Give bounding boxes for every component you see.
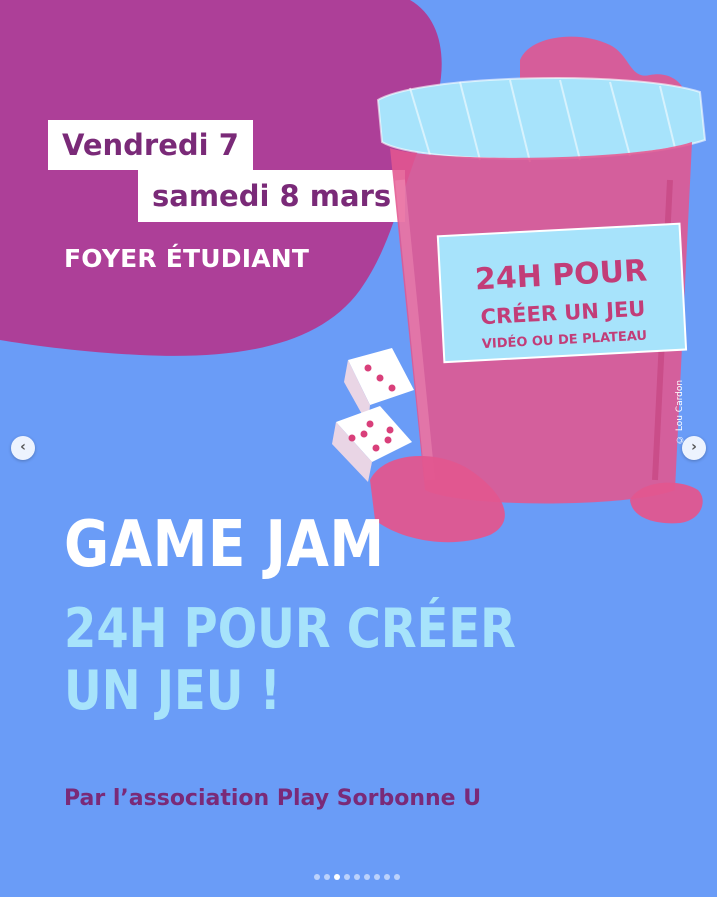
carousel-pagination (314, 874, 400, 882)
event-title: GAME JAM (64, 508, 385, 582)
carousel-prev-button[interactable]: ‹ (11, 436, 35, 460)
chevron-left-icon: ‹ (20, 439, 26, 455)
carousel-dot[interactable] (394, 874, 400, 880)
carousel-dot[interactable] (314, 874, 320, 880)
carousel-dot[interactable] (324, 874, 330, 880)
post-slide: Vendredi 7 samedi 8 mars FOYER ÉTUDIANT (0, 0, 717, 897)
subtitle-line-1: 24H POUR CRÉER (64, 597, 516, 660)
jar-image: 24H POUR CRÉER UN JEU VIDÉO OU DE PLATEA… (332, 36, 707, 543)
carousel-dot[interactable] (334, 874, 340, 880)
photo-credit: © Lou Cardon (675, 379, 685, 444)
carousel-dot[interactable] (384, 874, 390, 880)
jam-jar-illustration: 24H POUR CRÉER UN JEU VIDÉO OU DE PLATEA… (330, 30, 717, 550)
carousel-dot[interactable] (354, 874, 360, 880)
venue-label: FOYER ÉTUDIANT (64, 244, 310, 273)
carousel-next-button[interactable]: › (682, 436, 706, 460)
event-subtitle: 24H POUR CRÉER UN JEU ! (64, 598, 516, 722)
carousel-dot[interactable] (374, 874, 380, 880)
date-line-1: Vendredi 7 (48, 120, 253, 170)
carousel-dot[interactable] (364, 874, 370, 880)
subtitle-line-2: UN JEU ! (64, 659, 281, 722)
organizer-text: Par l’association Play Sorbonne U (64, 786, 482, 811)
carousel-dot[interactable] (344, 874, 350, 880)
chevron-right-icon: › (691, 439, 697, 455)
